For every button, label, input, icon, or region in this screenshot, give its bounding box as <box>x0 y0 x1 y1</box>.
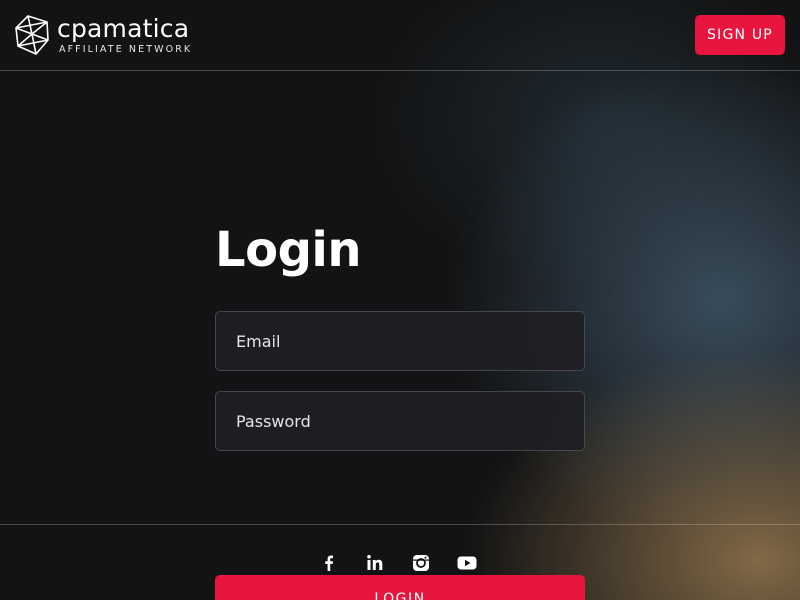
email-field[interactable] <box>215 311 585 371</box>
password-field[interactable] <box>215 391 585 451</box>
instagram-icon[interactable] <box>411 553 431 573</box>
social-links <box>319 553 477 573</box>
brand-text: cpamatica AFFILIATE NETWORK <box>57 13 193 55</box>
sign-up-button[interactable]: SIGN UP <box>695 15 785 55</box>
linkedin-icon[interactable] <box>365 553 385 573</box>
login-button[interactable]: LOGIN <box>215 575 585 600</box>
site-header: cpamatica AFFILIATE NETWORK SIGN UP <box>0 0 800 71</box>
logo-icon <box>15 15 49 55</box>
brand-tagline: AFFILIATE NETWORK <box>59 43 193 55</box>
brand-logo[interactable]: cpamatica AFFILIATE NETWORK <box>14 14 192 56</box>
youtube-icon[interactable] <box>457 553 477 573</box>
facebook-icon[interactable] <box>319 553 339 573</box>
footer-divider <box>0 524 800 525</box>
brand-name: cpamatica <box>57 13 190 43</box>
page-title: Login <box>215 222 362 278</box>
